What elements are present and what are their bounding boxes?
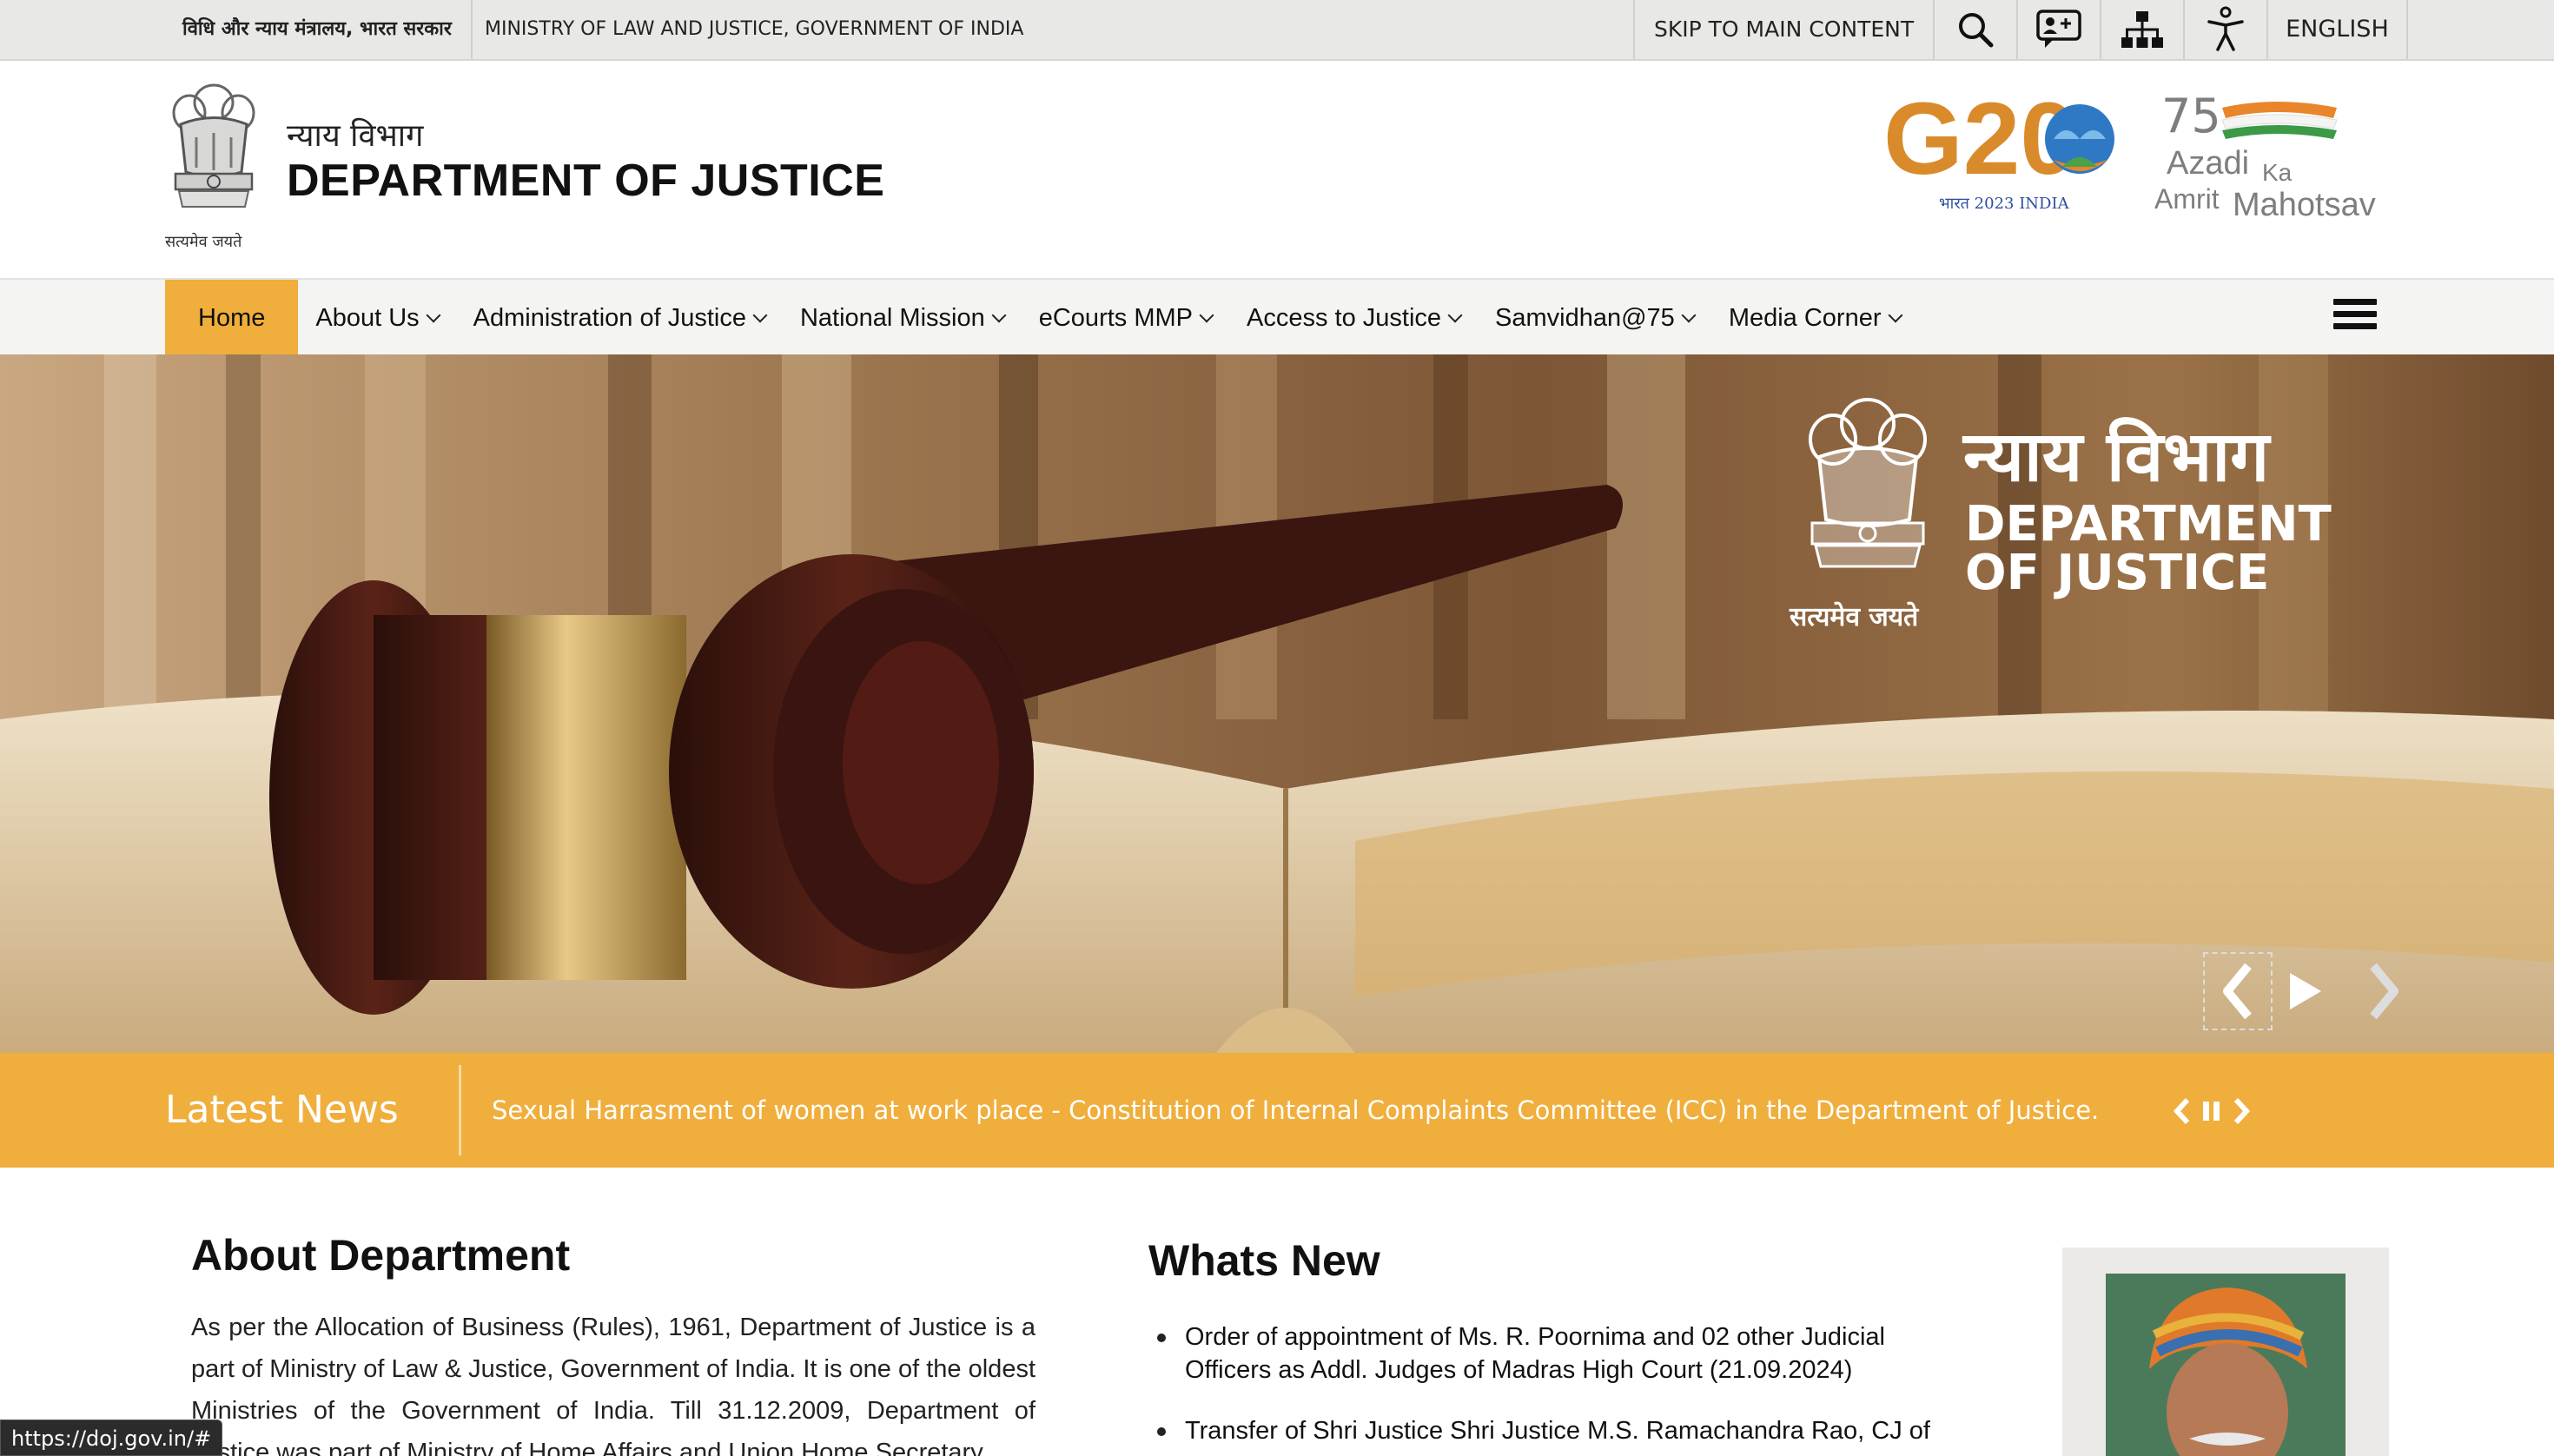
chevron-down-icon	[1447, 308, 1463, 323]
latest-news-ticker: Latest News Sexual Harrasment of women a…	[0, 1053, 2554, 1168]
ministry-name-hindi: विधि और न्याय मंत्रालय, भारत सरकार	[182, 0, 473, 59]
chevron-down-icon	[991, 308, 1007, 323]
chevron-down-icon	[1888, 308, 1902, 323]
search-button[interactable]	[1935, 0, 2019, 59]
hero-title-line-1: DEPARTMENT	[1965, 496, 2332, 553]
chevron-right-icon	[2370, 963, 2399, 1020]
pause-icon[interactable]	[2201, 1100, 2222, 1122]
chevron-down-icon	[1199, 308, 1214, 323]
whats-new-list: Order of appointment of Ms. R. Poornima …	[1148, 1320, 1930, 1456]
nav-item-label: Administration of Justice	[473, 304, 746, 332]
azadi-ka-amrit-mahotsav-logo[interactable]: 75 Azadi Ka Amrit Mahotsav	[2154, 87, 2398, 217]
news-ticker-controls	[2172, 1096, 2252, 1126]
slider-play-button[interactable]	[2271, 952, 2340, 1030]
play-icon	[2290, 973, 2321, 1009]
minister-photo	[2106, 1274, 2346, 1456]
chevron-left-icon[interactable]	[2172, 1096, 2193, 1126]
news-divider	[459, 1065, 461, 1155]
latest-news-headline-link[interactable]: Sexual Harrasment of women at work place…	[492, 1053, 2099, 1168]
mahotsav-word: Mahotsav	[2233, 187, 2376, 217]
g20-logo[interactable]: G20 भारत 2023 INDIA	[1883, 87, 2118, 217]
skip-to-main-content-link[interactable]: SKIP TO MAIN CONTENT	[1635, 0, 1935, 59]
hero-title-line-2: OF JUSTICE	[1965, 545, 2270, 601]
feedback-chat-icon	[2036, 10, 2081, 48]
chevron-down-icon	[426, 308, 441, 323]
hamburger-menu-button[interactable]	[2333, 299, 2377, 337]
azadi-word: Azadi	[2167, 145, 2249, 182]
nav-item-media-corner[interactable]: Media Corner	[1711, 280, 1918, 356]
hero-banner-slider: न्याय विभाग DEPARTMENT OF JUSTICE सत्यमे…	[0, 354, 2554, 1053]
nav-items: Home About Us Administration of Justice …	[165, 280, 1918, 356]
amrit-word: Amrit	[2154, 183, 2220, 215]
about-department-heading: About Department	[191, 1231, 571, 1280]
utility-links: SKIP TO MAIN CONTENT ENGLISH	[1633, 0, 2408, 59]
national-emblem-logo[interactable]	[162, 76, 266, 250]
whats-new-item[interactable]: Order of appointment of Ms. R. Poornima …	[1148, 1320, 1930, 1387]
feedback-button[interactable]	[2018, 0, 2102, 59]
department-name-english[interactable]: DEPARTMENT OF JUSTICE	[287, 155, 884, 207]
about-department-text: As per the Allocation of Business (Rules…	[191, 1314, 1035, 1456]
sitemap-button[interactable]	[2101, 0, 2186, 59]
hamburger-icon-bar	[2333, 311, 2377, 317]
nav-item-label: Home	[198, 304, 266, 332]
chevron-left-icon	[2223, 963, 2252, 1020]
azadi-number: 75	[2161, 89, 2221, 143]
nav-item-about-us[interactable]: About Us	[298, 280, 455, 356]
chevron-down-icon	[752, 308, 768, 323]
nav-item-label: Samvidhan@75	[1495, 304, 1675, 332]
hero-title-hindi: न्याय विभाग	[1963, 416, 2270, 497]
hero-emblem-motto: सत्यमेव जयते	[1790, 602, 1919, 632]
department-name-hindi: न्याय विभाग	[287, 118, 424, 154]
sitemap-icon	[2121, 11, 2164, 48]
hamburger-icon-bar	[2333, 323, 2377, 329]
nav-item-national-mission[interactable]: National Mission	[783, 280, 1022, 356]
chevron-right-icon[interactable]	[2231, 1096, 2252, 1126]
slider-next-button[interactable]	[2349, 952, 2418, 1030]
chevron-down-icon	[1681, 308, 1697, 323]
hamburger-icon	[2333, 299, 2377, 305]
nav-item-label: Access to Justice	[1247, 304, 1442, 332]
g20-sub-text: भारत 2023 INDIA	[1939, 195, 2070, 213]
nav-item-ecourts-mmp[interactable]: eCourts MMP	[1022, 280, 1229, 356]
top-utility-bar: विधि और न्याय मंत्रालय, भारत सरकार MINIS…	[0, 0, 2554, 61]
nav-item-home[interactable]: Home	[165, 280, 299, 356]
azadi-ka-word: Ka	[2262, 159, 2293, 186]
nav-item-label: Media Corner	[1728, 304, 1882, 332]
accessibility-button[interactable]	[2185, 0, 2269, 59]
hero-title-english: DEPARTMENT OF JUSTICE	[1965, 500, 2332, 598]
nav-item-label: National Mission	[799, 304, 985, 332]
nav-item-label: eCourts MMP	[1038, 304, 1193, 332]
whats-new-heading: Whats New	[1148, 1236, 1380, 1285]
language-selector[interactable]: ENGLISH	[2268, 0, 2408, 59]
latest-news-label: Latest News	[165, 1088, 399, 1132]
ministry-name-english: MINISTRY OF LAW AND JUSTICE, GOVERNMENT …	[485, 18, 1024, 40]
emblem-motto: सत्यमेव जयते	[165, 233, 242, 251]
site-header: सत्यमेव जयते न्याय विभाग DEPARTMENT OF J…	[0, 61, 2554, 278]
whats-new-item[interactable]: Transfer of Shri Justice Shri Justice M.…	[1148, 1414, 1930, 1447]
nav-item-access-to-justice[interactable]: Access to Justice	[1229, 280, 1478, 356]
minister-profile-card	[2062, 1248, 2389, 1456]
nav-item-administration-of-justice[interactable]: Administration of Justice	[456, 280, 783, 356]
search-icon	[1959, 13, 1994, 48]
hero-national-emblem	[1809, 398, 1927, 568]
nav-item-label: About Us	[315, 304, 420, 332]
slider-previous-button[interactable]	[2203, 952, 2273, 1030]
main-navigation: Home About Us Administration of Justice …	[0, 278, 2554, 356]
accessibility-icon	[2207, 6, 2244, 51]
nav-item-samvidhan-75[interactable]: Samvidhan@75	[1478, 280, 1711, 356]
browser-status-url: https://doj.gov.in/#	[0, 1420, 223, 1456]
